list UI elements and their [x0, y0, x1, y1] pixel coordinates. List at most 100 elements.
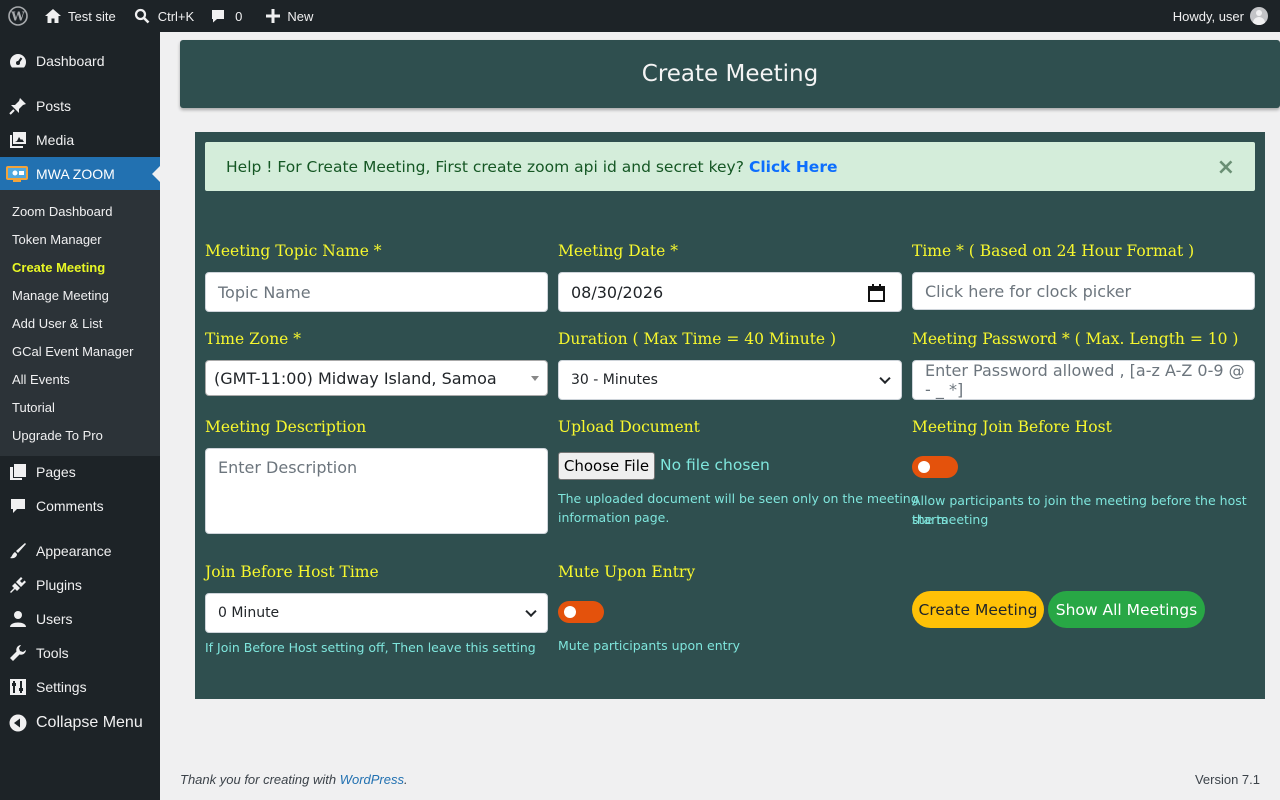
menu-label: Tools	[36, 645, 69, 661]
submenu-all-events[interactable]: All Events	[12, 372, 70, 387]
dashboard-icon	[9, 54, 27, 68]
howdy-text: Howdy, user	[1172, 8, 1244, 24]
caret-down-icon	[531, 376, 539, 381]
menu-pages[interactable]: Pages	[0, 455, 160, 489]
submenu-create-meeting[interactable]: Create Meeting	[12, 260, 105, 275]
menu-mwa-zoom[interactable]: MWA ZOOM	[0, 157, 160, 191]
topic-input[interactable]: Topic Name	[205, 272, 548, 312]
pin-icon	[9, 98, 26, 115]
duration-select[interactable]: 30 - Minutes	[558, 360, 902, 400]
jbh-time-select[interactable]: 0 Minute	[205, 593, 548, 633]
date-input[interactable]: 08/30/2026	[558, 272, 902, 312]
settings-icon	[10, 679, 26, 695]
search-icon	[134, 8, 150, 24]
menu-label: MWA ZOOM	[36, 166, 115, 182]
jbh-time-value: 0 Minute	[218, 605, 280, 621]
timezone-value: (GMT-11:00) Midway Island, Samoa	[214, 368, 497, 388]
menu-tools[interactable]: Tools	[0, 636, 160, 670]
wrench-icon	[10, 645, 26, 661]
submenu-manage-meeting[interactable]: Manage Meeting	[12, 288, 109, 303]
new-label: New	[287, 8, 314, 24]
mute-upon-entry-toggle[interactable]	[558, 601, 604, 623]
submenu-zoom-dashboard[interactable]: Zoom Dashboard	[12, 204, 112, 219]
time-input[interactable]: Click here for clock picker	[912, 272, 1255, 310]
submenu-add-user-list[interactable]: Add User & List	[12, 316, 102, 331]
admin-sidebar: Dashboard Posts Media MWA ZOOM Zoom Dash…	[0, 32, 160, 800]
submenu-token-manager[interactable]: Token Manager	[12, 232, 102, 247]
timezone-label: Time Zone *	[205, 330, 302, 348]
menu-label: Appearance	[36, 543, 112, 559]
show-all-meetings-button[interactable]: Show All Meetings	[1048, 591, 1205, 628]
chevron-down-icon	[879, 372, 891, 385]
jbh-time-help: If Join Before Host setting off, Then le…	[205, 640, 536, 655]
search-shortcut: Ctrl+K	[157, 8, 195, 24]
footer-thanks-suffix: .	[404, 772, 408, 787]
timezone-select[interactable]: (GMT-11:00) Midway Island, Samoa	[205, 360, 548, 396]
footer-thanks: Thank you for creating with WordPress.	[180, 772, 408, 787]
choose-file-button[interactable]: Choose File	[558, 452, 655, 480]
duration-label: Duration ( Max Time = 40 Minute )	[558, 330, 837, 348]
wordpress-logo-icon[interactable]: W	[0, 0, 36, 32]
menu-label: Users	[36, 611, 73, 627]
no-file-text: No file chosen	[660, 456, 770, 474]
comments-icon	[11, 499, 25, 513]
admin-bar: W Test site Ctrl+K 0 New Howdy, user	[0, 0, 1280, 32]
menu-label: Comments	[36, 498, 104, 514]
collapse-menu-button[interactable]: Collapse Menu	[0, 706, 160, 740]
search-button[interactable]: Ctrl+K	[126, 0, 202, 32]
menu-comments[interactable]: Comments	[0, 489, 160, 523]
menu-label: Collapse Menu	[36, 714, 143, 731]
calendar-icon[interactable]	[868, 284, 885, 302]
menu-plugins[interactable]: Plugins	[0, 568, 160, 602]
user-icon	[10, 611, 26, 627]
comments-count: 0	[235, 8, 243, 24]
password-input[interactable]: Enter Password allowed , [a-z A-Z 0-9 @ …	[912, 360, 1255, 400]
date-label: Meeting Date *	[558, 242, 678, 260]
submenu-upgrade-to-pro[interactable]: Upgrade To Pro	[12, 428, 103, 443]
menu-settings[interactable]: Settings	[0, 670, 160, 704]
jbh-help-line-2: the meeting	[912, 512, 989, 527]
mute-help: Mute participants upon entry	[558, 638, 741, 653]
site-name: Test site	[68, 8, 116, 24]
time-label: Time * ( Based on 24 Hour Format )	[912, 242, 1195, 260]
menu-users[interactable]: Users	[0, 602, 160, 636]
jbh-label: Meeting Join Before Host	[912, 418, 1112, 436]
collapse-icon	[9, 714, 27, 732]
menu-dashboard[interactable]: Dashboard	[0, 44, 160, 78]
password-label: Meeting Password * ( Max. Length = 10 )	[912, 330, 1239, 348]
click-here-link[interactable]: Click Here	[749, 158, 838, 176]
pages-icon	[10, 464, 26, 480]
menu-label: Media	[36, 132, 75, 148]
menu-appearance[interactable]: Appearance	[0, 534, 160, 568]
topic-label: Meeting Topic Name *	[205, 242, 382, 260]
menu-label: Settings	[36, 679, 87, 695]
footer-thanks-prefix: Thank you for creating with	[180, 772, 337, 787]
svg-text:W: W	[10, 10, 25, 24]
menu-label: Plugins	[36, 577, 82, 593]
mute-label: Mute Upon Entry	[558, 563, 696, 581]
create-meeting-button[interactable]: Create Meeting	[912, 591, 1044, 628]
site-name-link[interactable]: Test site	[36, 0, 124, 32]
submenu-gcal-event-manager[interactable]: GCal Event Manager	[12, 344, 133, 359]
comment-bubble-icon	[212, 10, 225, 23]
media-icon	[10, 132, 26, 148]
brush-icon	[10, 543, 26, 559]
duration-value: 30 - Minutes	[571, 372, 658, 388]
wordpress-link[interactable]: WordPress	[340, 772, 404, 787]
menu-posts[interactable]: Posts	[0, 89, 160, 123]
menu-label: Posts	[36, 98, 72, 114]
version-text: Version 7.1	[1194, 772, 1260, 787]
close-icon[interactable]: ×	[1217, 155, 1235, 180]
account-menu[interactable]: Howdy, user	[1165, 0, 1280, 32]
help-alert: Help ! For Create Meeting, First create …	[205, 142, 1255, 191]
new-content-link[interactable]: New	[258, 0, 321, 32]
description-label: Meeting Description	[205, 418, 367, 436]
page-title: Create Meeting	[641, 61, 819, 87]
menu-media[interactable]: Media	[0, 123, 160, 157]
zoom-icon	[6, 166, 28, 182]
join-before-host-toggle[interactable]	[912, 456, 958, 478]
description-textarea[interactable]: Enter Description	[205, 448, 548, 534]
submenu-tutorial[interactable]: Tutorial	[12, 400, 55, 415]
page-header: Create Meeting	[180, 40, 1280, 108]
comments-link[interactable]: 0	[202, 0, 250, 32]
